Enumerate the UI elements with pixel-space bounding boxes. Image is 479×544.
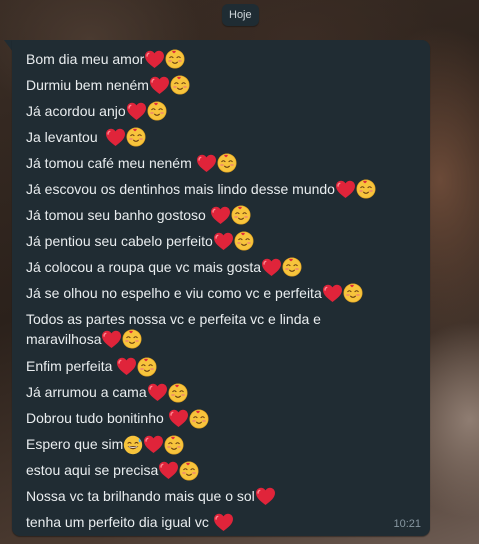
heart-icon (149, 76, 170, 95)
smiling-face-with-hearts-icon (179, 461, 199, 481)
message-line: Todos as partes nossa vc e perfeita vc e… (26, 306, 422, 329)
smiling-face-with-hearts-icon (147, 101, 167, 121)
message-line-text: Já pentiou seu cabelo perfeito (26, 233, 213, 249)
heart-icon (213, 232, 234, 251)
message-line-text: Já escovou os dentinhos mais lindo desse… (26, 181, 335, 197)
message-timestamp: 10:21 (393, 518, 421, 530)
heart-icon (116, 357, 137, 376)
message-line: estou aqui se precisa (26, 457, 422, 483)
message-line-text: Já acordou anjo (26, 103, 126, 119)
message-line: Enfim perfeita (26, 353, 422, 379)
message-line-text: tenha um perfeito dia igual vc (26, 514, 213, 531)
smiling-face-with-hearts-icon (231, 205, 251, 225)
message-line-text: maravilhosa (26, 331, 102, 347)
smiling-face-with-hearts-icon (168, 383, 188, 403)
message-line: Ja levantou (26, 124, 422, 150)
message-line: Já se olhou no espelho e viu como vc e p… (26, 280, 422, 306)
heart-icon (213, 513, 234, 532)
message-line-text: Durmiu bem neném (26, 77, 149, 93)
heart-icon (210, 206, 231, 225)
message-line-text: Já arrumou a cama (26, 384, 147, 401)
heart-icon (143, 435, 164, 454)
message-line-text: Bom dia meu amor (26, 51, 145, 67)
smiling-face-with-hearts-icon (234, 231, 254, 251)
heart-icon (158, 461, 179, 480)
message-line-text: Ja levantou (26, 129, 106, 145)
heart-icon (335, 180, 356, 199)
heart-icon (105, 128, 126, 147)
smiling-face-with-hearts-icon (356, 179, 376, 199)
message-line-text: Todos as partes nossa vc e perfeita vc e… (26, 311, 321, 327)
grinning-sweat-icon (123, 435, 143, 455)
message-line-text: Já tomou café meu neném (26, 155, 196, 171)
smiling-face-with-hearts-icon (137, 357, 157, 377)
message-line-text: Já tomou seu banho gostoso (26, 207, 210, 223)
message-line: maravilhosa (26, 329, 422, 353)
smiling-face-with-hearts-icon (343, 283, 363, 303)
message-line-text: Dobrou tudo bonitinho (26, 410, 168, 427)
heart-icon (126, 102, 147, 121)
smiling-face-with-hearts-icon (282, 257, 302, 277)
message-line: Durmiu bem neném (26, 72, 422, 98)
smiling-face-with-hearts-icon (189, 409, 209, 429)
message-line: Já tomou café meu neném (26, 150, 422, 176)
heart-icon (147, 383, 168, 402)
message-line-text: estou aqui se precisa (26, 462, 159, 479)
message-line: Bom dia meu amor (26, 46, 422, 72)
message-line: Já pentiou seu cabelo perfeito (26, 228, 422, 254)
message-line: Dobrou tudo bonitinho (26, 405, 422, 431)
message-lines: Bom dia meu amor Durmiu bem neném Já acord… (26, 46, 422, 535)
message-line-text: Já colocou a roupa que vc mais gosta (26, 259, 262, 275)
message-line-text: Nossa vc ta brilhando mais que o sol (26, 488, 255, 505)
smiling-face-with-hearts-icon (126, 127, 146, 147)
message-line: tenha um perfeito dia igual vc (26, 509, 422, 535)
message-line: Espero que sim (26, 431, 422, 457)
message-bubble[interactable]: Bom dia meu amor Durmiu bem neném Já acord… (12, 40, 430, 536)
smiling-face-with-hearts-icon (122, 329, 142, 349)
message-line: Já acordou anjo (26, 98, 422, 124)
date-chip: Hoje (222, 4, 259, 26)
smiling-face-with-hearts-icon (165, 49, 185, 69)
message-line: Já escovou os dentinhos mais lindo desse… (26, 176, 422, 202)
message-line-text: Espero que sim (26, 436, 124, 453)
heart-icon (196, 154, 217, 173)
heart-icon (144, 50, 165, 69)
heart-icon (322, 284, 343, 303)
message-line: Já tomou seu banho gostoso (26, 202, 422, 228)
heart-icon (168, 409, 189, 428)
heart-icon (261, 258, 282, 277)
message-line: Já colocou a roupa que vc mais gosta (26, 254, 422, 280)
message-line-text: Enfim perfeita (26, 358, 117, 375)
message-line-text: Já se olhou no espelho e viu como vc e p… (26, 285, 322, 301)
smiling-face-with-hearts-icon (170, 75, 190, 95)
smiling-face-with-hearts-icon (164, 435, 184, 455)
heart-icon (255, 487, 276, 506)
message-line: Nossa vc ta brilhando mais que o sol (26, 483, 422, 509)
message-line: Já arrumou a cama (26, 379, 422, 405)
heart-icon (101, 330, 122, 349)
smiling-face-with-hearts-icon (217, 153, 237, 173)
